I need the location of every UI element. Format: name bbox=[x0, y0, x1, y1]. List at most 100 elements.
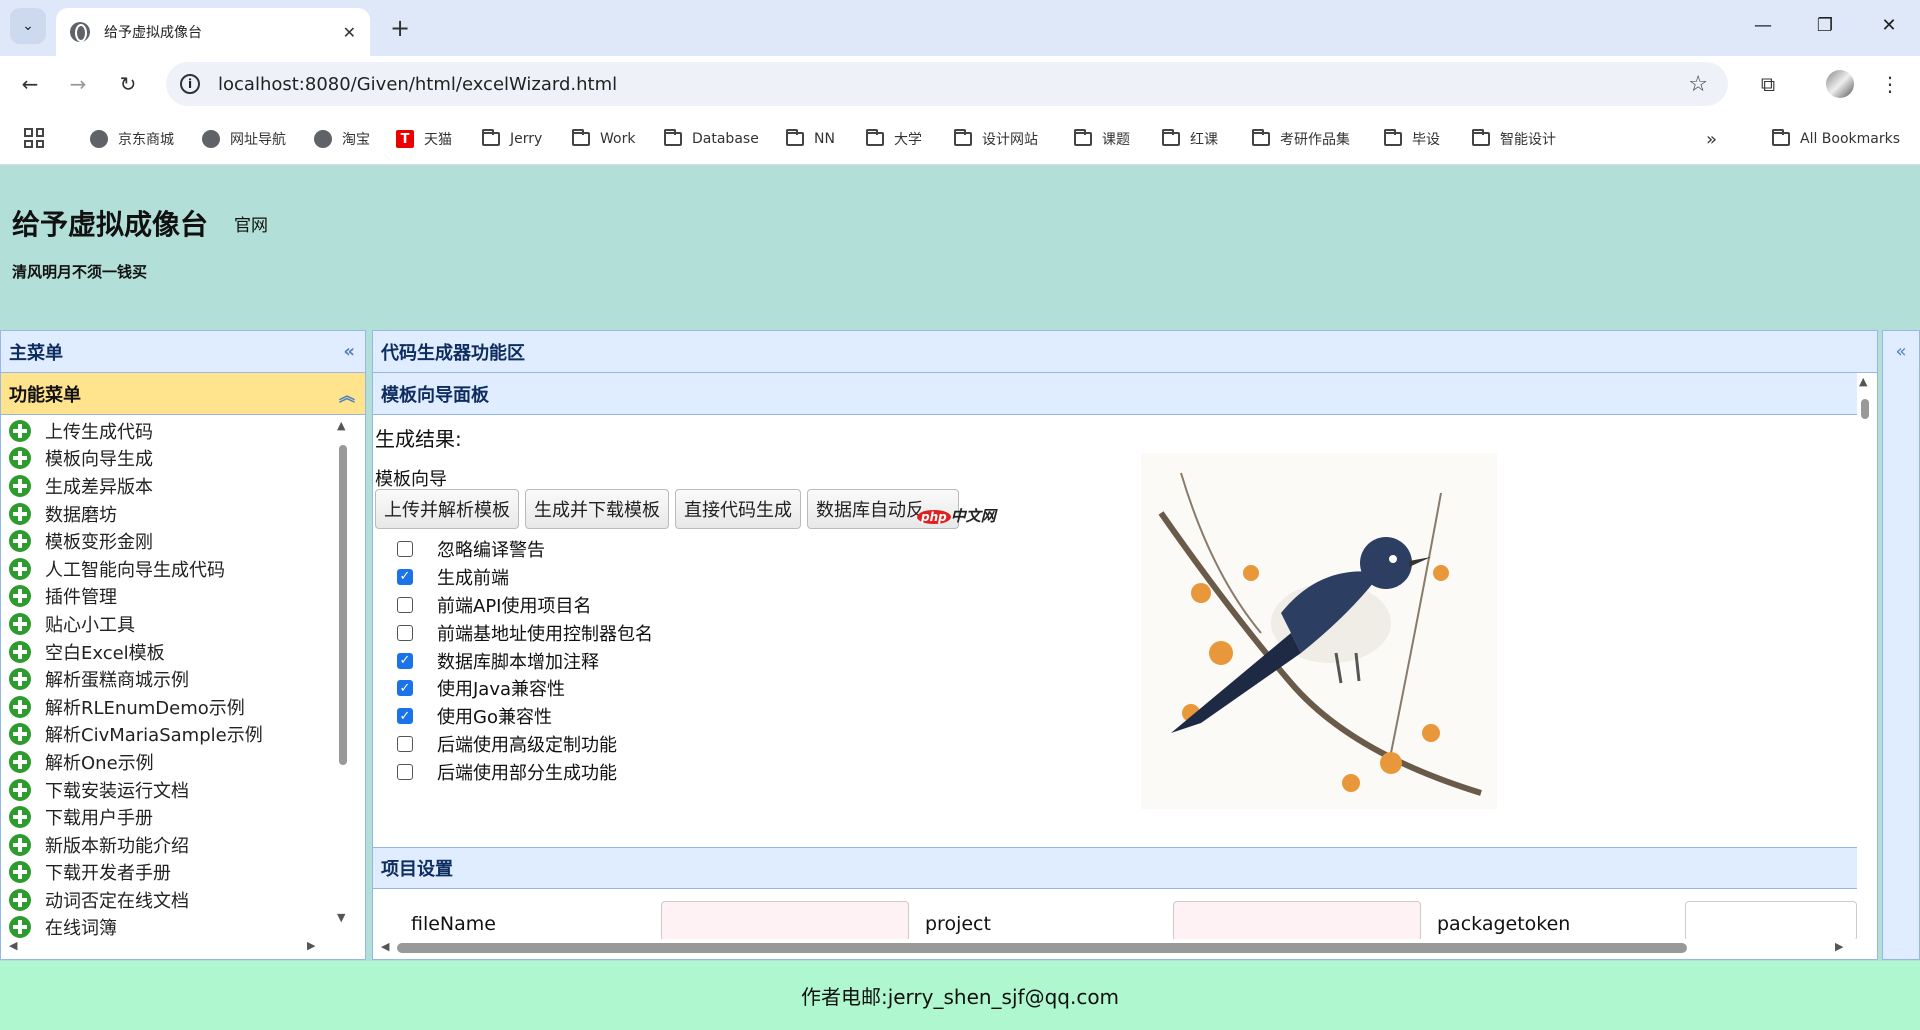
menu-item[interactable]: 空白Excel模板 bbox=[1, 638, 365, 666]
close-window-button[interactable]: ✕ bbox=[1864, 10, 1914, 40]
menu-item[interactable]: 模板变形金刚 bbox=[1, 527, 365, 555]
menu-icon[interactable]: ⋮ bbox=[1874, 68, 1906, 100]
scroll-thumb[interactable] bbox=[397, 943, 1687, 953]
bookmark-folder[interactable]: 设计网站 bbox=[954, 126, 1038, 152]
content-hscrollbar[interactable]: ◀ ▶ bbox=[379, 939, 1849, 955]
function-menu-header[interactable]: 功能菜单 ︽ bbox=[1, 373, 365, 415]
checkbox[interactable] bbox=[397, 764, 413, 781]
menu-item[interactable]: 模板向导生成 bbox=[1, 445, 365, 473]
code-generator-panel: 代码生成器功能区 模板向导面板 生成结果: 模板向导 上传并解析模板 生成并下载… bbox=[372, 330, 1878, 960]
checkbox[interactable] bbox=[397, 624, 413, 641]
bookmark-folder[interactable]: 毕设 bbox=[1384, 126, 1440, 152]
menu-item[interactable]: 解析CivMariaSample示例 bbox=[1, 721, 365, 749]
minimize-button[interactable]: — bbox=[1738, 10, 1788, 40]
globe-icon bbox=[202, 130, 220, 148]
menu-scrollbar[interactable]: ▲ ▼ bbox=[335, 417, 351, 927]
option-checkbox-row[interactable]: 前端API使用项目名 bbox=[397, 591, 653, 619]
scroll-left-icon[interactable]: ◀ bbox=[9, 939, 17, 952]
option-checkbox-row[interactable]: 后端使用部分生成功能 bbox=[397, 758, 653, 786]
project-input[interactable] bbox=[1173, 901, 1421, 939]
menu-item[interactable]: 下载安装运行文档 bbox=[1, 776, 365, 804]
info-icon[interactable]: i bbox=[180, 74, 200, 94]
all-bookmarks[interactable]: All Bookmarks bbox=[1772, 126, 1900, 152]
reload-button[interactable]: ↻ bbox=[112, 68, 144, 100]
checkbox[interactable]: ✓ bbox=[397, 568, 413, 585]
checkbox[interactable]: ✓ bbox=[397, 708, 413, 725]
checkbox[interactable] bbox=[397, 540, 413, 557]
scroll-up-icon[interactable]: ▲ bbox=[1859, 375, 1867, 388]
menu-item[interactable]: 上传生成代码 bbox=[1, 417, 365, 445]
option-checkbox-row[interactable]: ✓ 数据库脚本增加注释 bbox=[397, 647, 653, 675]
filename-input[interactable] bbox=[661, 901, 909, 939]
star-icon[interactable]: ☆ bbox=[1688, 72, 1708, 97]
bookmark-folder[interactable]: 大学 bbox=[866, 126, 922, 152]
bookmark-item[interactable]: 淘宝 bbox=[314, 126, 370, 152]
scroll-thumb[interactable] bbox=[339, 445, 347, 765]
bookmark-item[interactable]: 京东商城 bbox=[90, 126, 174, 152]
option-checkbox-row[interactable]: ✓ 使用Go兼容性 bbox=[397, 702, 653, 730]
url-text: localhost:8080/Given/html/excelWizard.ht… bbox=[218, 73, 618, 95]
scroll-up-icon[interactable]: ▲ bbox=[337, 419, 345, 432]
menu-item[interactable]: 新版本新功能介绍 bbox=[1, 831, 365, 859]
close-icon[interactable]: ✕ bbox=[343, 23, 356, 42]
forward-button[interactable]: → bbox=[62, 68, 94, 100]
address-bar[interactable]: i localhost:8080/Given/html/excelWizard.… bbox=[166, 62, 1728, 106]
option-checkbox-row[interactable]: ✓ 使用Java兼容性 bbox=[397, 674, 653, 702]
expand-right-icon[interactable]: « bbox=[1895, 341, 1906, 362]
wizard-content: 生成结果: 模板向导 上传并解析模板 生成并下载模板 直接代码生成 数据库自动反… bbox=[373, 415, 1857, 939]
bookmark-folder[interactable]: Database bbox=[664, 126, 759, 152]
menu-item[interactable]: 动词否定在线文档 bbox=[1, 886, 365, 914]
menu-item[interactable]: 解析One示例 bbox=[1, 748, 365, 776]
back-button[interactable]: ← bbox=[14, 68, 46, 100]
menu-item[interactable]: 生成差异版本 bbox=[1, 472, 365, 500]
direct-code-generate-button[interactable]: 直接代码生成 bbox=[675, 489, 801, 529]
option-checkbox-row[interactable]: 前端基地址使用控制器包名 bbox=[397, 619, 653, 647]
more-bookmarks-icon[interactable]: » bbox=[1706, 126, 1717, 152]
option-checkbox-row[interactable]: 后端使用高级定制功能 bbox=[397, 730, 653, 758]
bookmark-folder[interactable]: NN bbox=[786, 126, 835, 152]
checkbox[interactable] bbox=[397, 596, 413, 613]
option-checkbox-row[interactable]: 忽略编译警告 bbox=[397, 535, 653, 563]
menu-item[interactable]: 数据磨坊 bbox=[1, 500, 365, 528]
apps-icon[interactable] bbox=[24, 128, 44, 148]
checkbox[interactable] bbox=[397, 736, 413, 753]
option-checkbox-row[interactable]: ✓ 生成前端 bbox=[397, 563, 653, 591]
content-scrollbar[interactable]: ▲ bbox=[1857, 373, 1873, 939]
scroll-down-icon[interactable]: ▼ bbox=[337, 911, 345, 924]
new-tab-button[interactable]: + bbox=[384, 12, 416, 44]
chevron-up-icon[interactable]: ︽ bbox=[339, 382, 355, 406]
browser-tab[interactable]: 给予虚拟成像台 ✕ bbox=[56, 8, 370, 56]
bookmark-item[interactable]: T 天猫 bbox=[396, 126, 452, 152]
bookmark-folder[interactable]: 智能设计 bbox=[1472, 126, 1556, 152]
scroll-thumb[interactable] bbox=[1861, 399, 1869, 419]
tab-search-button[interactable]: ⌄ bbox=[10, 8, 46, 44]
extensions-icon[interactable]: ⧉ bbox=[1752, 68, 1784, 100]
menu-item[interactable]: 人工智能向导生成代码 bbox=[1, 555, 365, 583]
menu-item[interactable]: 下载用户手册 bbox=[1, 803, 365, 831]
upload-parse-template-button[interactable]: 上传并解析模板 bbox=[375, 489, 519, 529]
bookmark-folder[interactable]: 课题 bbox=[1074, 126, 1130, 152]
menu-hscrollbar[interactable]: ◀ ▶ bbox=[1, 937, 331, 959]
checkbox[interactable]: ✓ bbox=[397, 652, 413, 669]
collapse-left-icon[interactable]: « bbox=[343, 341, 355, 362]
bookmark-folder[interactable]: Work bbox=[572, 126, 635, 152]
scroll-left-icon[interactable]: ◀ bbox=[381, 940, 389, 953]
scroll-right-icon[interactable]: ▶ bbox=[307, 939, 315, 952]
menu-item[interactable]: 贴心小工具 bbox=[1, 610, 365, 638]
official-site-link[interactable]: 官网 bbox=[234, 211, 268, 236]
menu-item[interactable]: 插件管理 bbox=[1, 583, 365, 611]
profile-avatar[interactable] bbox=[1824, 68, 1856, 100]
menu-item[interactable]: 解析蛋糕商城示例 bbox=[1, 665, 365, 693]
restore-button[interactable]: ❐ bbox=[1800, 10, 1850, 40]
menu-item[interactable]: 解析RLEnumDemo示例 bbox=[1, 693, 365, 721]
bookmark-folder[interactable]: Jerry bbox=[482, 126, 542, 152]
bookmark-item[interactable]: 网址导航 bbox=[202, 126, 286, 152]
bookmark-folder[interactable]: 考研作品集 bbox=[1252, 126, 1350, 152]
generate-download-template-button[interactable]: 生成并下载模板 bbox=[525, 489, 669, 529]
right-panel-collapsed[interactable]: « bbox=[1882, 330, 1920, 960]
scroll-right-icon[interactable]: ▶ bbox=[1835, 940, 1843, 953]
bookmark-folder[interactable]: 红课 bbox=[1162, 126, 1218, 152]
checkbox[interactable]: ✓ bbox=[397, 680, 413, 697]
packagetoken-input[interactable] bbox=[1685, 901, 1857, 939]
menu-item[interactable]: 下载开发者手册 bbox=[1, 859, 365, 887]
